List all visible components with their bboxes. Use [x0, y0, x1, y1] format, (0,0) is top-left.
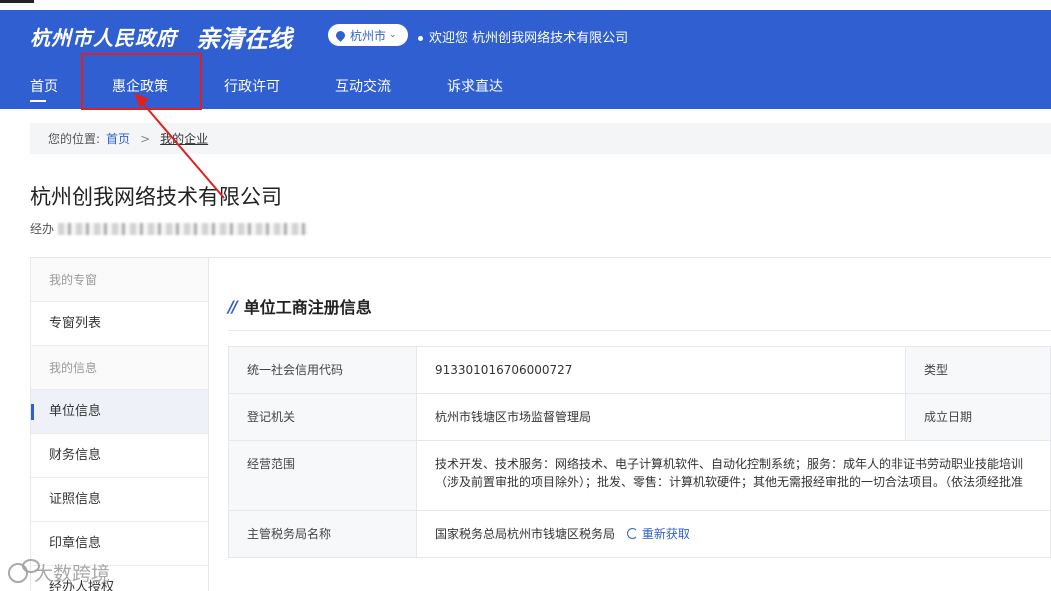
welcome-label: 欢迎您 杭州创我网络技术有限公司 [429, 31, 629, 46]
breadcrumb-current[interactable]: 我的企业 [160, 130, 208, 147]
row-value: 杭州市钱塘区市场监督管理局 [416, 393, 906, 441]
breadcrumb-separator: > [140, 131, 151, 146]
sidebar-item-unit-info[interactable]: 单位信息 [31, 390, 208, 434]
business-scope-value: 技术开发、技术服务：网络技术、电子计算机软件、自动化控制系统；服务：成年人的非证… [416, 440, 1051, 511]
row-label: 主管税务局名称 [228, 510, 417, 558]
nav-permits[interactable]: 行政许可 [224, 76, 280, 96]
row-label: 统一社会信用代码 [228, 346, 417, 394]
top-strip-mark [0, 0, 34, 3]
slash-title-icon: // [228, 296, 238, 316]
slogan-logo: 亲清在线 [196, 25, 292, 53]
row-label-secondary: 类型 [905, 346, 1051, 394]
annotation-highlight-box [81, 53, 202, 110]
sidebar-item-window-list[interactable]: 专窗列表 [31, 302, 208, 346]
redacted-info [58, 222, 309, 235]
sidebar: 我的专窗 专窗列表 我的信息 单位信息 财务信息 证照信息 印章信息 经办人授权 [30, 258, 209, 591]
location-pin-icon [334, 28, 347, 42]
breadcrumb: 您的位置: 首页 > 我的企业 [30, 123, 1051, 154]
sidebar-item-finance-info[interactable]: 财务信息 [31, 434, 208, 478]
section-divider [228, 330, 1051, 331]
row-label: 登记机关 [228, 393, 417, 441]
row-value: 913301016706000727 [416, 346, 906, 394]
watermark-logo-icon [8, 558, 40, 583]
section-title: // 单位工商注册信息 [228, 294, 372, 318]
company-name: 杭州创我网络技术有限公司 [30, 185, 282, 209]
watermark-text: 大数跨境 [34, 563, 111, 585]
gov-logo[interactable]: 杭州市人民政府 [30, 22, 177, 51]
city-selector[interactable]: 杭州市 ⌄ [328, 24, 408, 46]
content-area: // 单位工商注册信息 统一社会信用代码 913301016706000727 … [210, 258, 1051, 591]
nav-interaction[interactable]: 互动交流 [335, 76, 391, 96]
bullet-icon [418, 36, 423, 41]
registration-info-table: 统一社会信用代码 913301016706000727 类型 登记机关 杭州市钱… [228, 346, 1051, 558]
refresh-button[interactable]: 重新获取 [626, 527, 690, 541]
watermark: 大数跨境 [8, 558, 111, 586]
business-scope-text: 技术开发、技术服务：网络技术、电子计算机软件、自动化控制系统；服务：成年人的非证… [435, 457, 1024, 489]
main-panel: 我的专窗 专窗列表 我的信息 单位信息 财务信息 证照信息 印章信息 经办人授权… [30, 257, 1051, 591]
sidebar-group-my-info: 我的信息 [31, 346, 208, 390]
top-strip [0, 0, 1051, 10]
welcome-text: 欢迎您 杭州创我网络技术有限公司 [418, 27, 628, 46]
city-label: 杭州市 [350, 28, 387, 43]
rep-label: 经办 [30, 222, 55, 236]
row-label: 经营范围 [228, 440, 417, 511]
table-row: 统一社会信用代码 913301016706000727 类型 [228, 346, 1051, 394]
refresh-icon [626, 528, 638, 539]
sidebar-group-my-windows: 我的专窗 [31, 258, 208, 302]
refresh-label: 重新获取 [641, 527, 690, 541]
tax-bureau-name: 国家税务总局杭州市钱塘区税务局 [435, 527, 616, 541]
breadcrumb-home[interactable]: 首页 [106, 130, 130, 147]
table-row: 主管税务局名称 国家税务总局杭州市钱塘区税务局 重新获取 [228, 510, 1051, 558]
table-row: 登记机关 杭州市钱塘区市场监督管理局 成立日期 [228, 393, 1051, 441]
chevron-down-icon: ⌄ [389, 30, 397, 40]
table-row: 经营范围 技术开发、技术服务：网络技术、电子计算机软件、自动化控制系统；服务：成… [228, 440, 1051, 511]
row-value-tax: 国家税务总局杭州市钱塘区税务局 重新获取 [416, 510, 1051, 558]
rep-line: 经办 [30, 220, 309, 237]
nav-home[interactable]: 首页 [30, 76, 58, 102]
section-title-label: 单位工商注册信息 [243, 298, 372, 317]
breadcrumb-prefix: 您的位置: [48, 132, 101, 146]
row-label-secondary: 成立日期 [905, 393, 1051, 441]
nav-appeals[interactable]: 诉求直达 [447, 76, 503, 96]
sidebar-item-license-info[interactable]: 证照信息 [31, 478, 208, 522]
